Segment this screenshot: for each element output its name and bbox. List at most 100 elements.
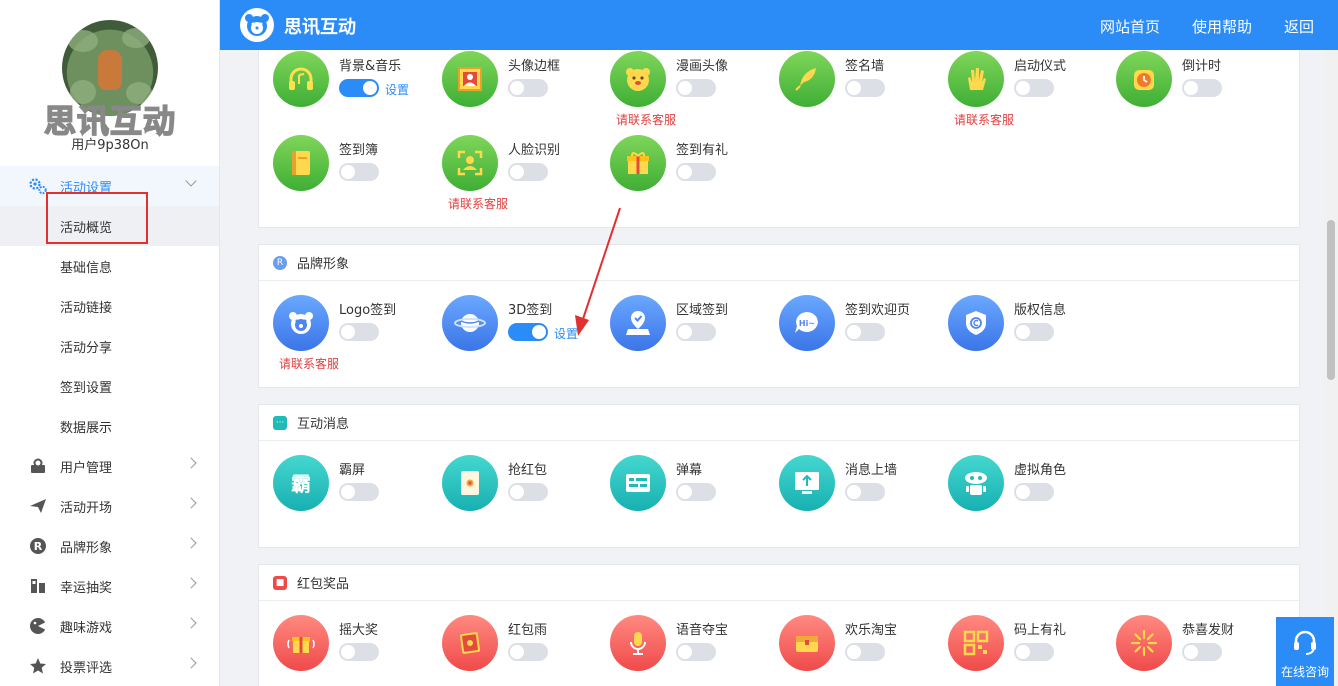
feature-red-packet-rain: 红包雨 xyxy=(442,615,602,686)
toggle-switch[interactable] xyxy=(845,643,885,661)
section-header: ··· 互动消息 xyxy=(259,405,1299,441)
toggle-switch[interactable] xyxy=(339,643,379,661)
shake-gift-icon xyxy=(273,615,329,671)
feature-logo-sign: Logo签到 请联系客服 xyxy=(273,295,433,375)
envelope-rain-icon xyxy=(442,615,498,671)
feature-name: 弹幕 xyxy=(676,463,703,478)
toggle-switch[interactable] xyxy=(508,323,548,341)
toggle-switch[interactable] xyxy=(676,323,716,341)
hand-icon xyxy=(948,51,1004,107)
feature-danmaku: 弹幕 xyxy=(610,455,770,535)
toggle-switch[interactable] xyxy=(1014,643,1054,661)
section-header: R 品牌形象 xyxy=(259,245,1299,281)
toggle-switch[interactable] xyxy=(339,79,379,97)
feature-name: 背景&音乐 xyxy=(339,59,402,74)
toggle-switch[interactable] xyxy=(676,79,716,97)
chevron-right-icon xyxy=(185,657,197,669)
toggle-switch[interactable] xyxy=(508,643,548,661)
nav-home-link[interactable]: 网站首页 xyxy=(1100,16,1160,37)
section-title: 品牌形象 xyxy=(297,257,350,272)
nav-back-link[interactable]: 返回 xyxy=(1284,16,1314,37)
portrait-frame-icon xyxy=(442,51,498,107)
feature-launch-ceremony: 启动仪式 请联系客服 xyxy=(948,51,1108,131)
svg-text:R: R xyxy=(34,540,43,553)
section-brand: R 品牌形象 Logo签到 请联系客服 3D签到 设置 区域签到 Hi~ 签到欢… xyxy=(258,244,1300,388)
feature-name: 消息上墙 xyxy=(845,463,898,478)
red-envelope-icon xyxy=(442,455,498,511)
top-header: 思讯互动 网站首页 使用帮助 返回 xyxy=(220,0,1338,50)
feature-fortune: 恭喜发财 xyxy=(1116,615,1276,686)
toggle-switch[interactable] xyxy=(676,643,716,661)
scrollbar-thumb[interactable] xyxy=(1327,220,1335,380)
sidebar-item-games[interactable]: 趣味游戏 xyxy=(0,606,219,646)
feature-3d-sign: 3D签到 设置 xyxy=(442,295,602,375)
toggle-switch[interactable] xyxy=(1014,323,1054,341)
sidebar-subitem-activity-share[interactable]: 活动分享 xyxy=(0,326,219,366)
feature-name: 欢乐淘宝 xyxy=(845,623,898,638)
bear-logo-icon xyxy=(273,295,329,351)
firework-icon xyxy=(1116,615,1172,671)
settings-link[interactable]: 设置 xyxy=(385,81,409,98)
qr-code-icon xyxy=(948,615,1004,671)
sidebar-subitem-sign-settings[interactable]: 签到设置 xyxy=(0,366,219,406)
sidebar-item-label: 幸运抽奖 xyxy=(60,580,113,596)
sidebar-item-label: 趣味游戏 xyxy=(60,620,113,636)
red-packet-icon: ■ xyxy=(273,575,287,590)
feature-name: 抢红包 xyxy=(508,463,548,478)
toggle-switch[interactable] xyxy=(1182,643,1222,661)
section-interactive-messages: ··· 互动消息 霸 霸屏 抢红包 弹幕 消息上墙 虚拟角色 xyxy=(258,404,1300,548)
section-title: 红包奖品 xyxy=(297,577,350,592)
toggle-switch[interactable] xyxy=(508,163,548,181)
toggle-switch[interactable] xyxy=(339,163,379,181)
sidebar-subitem-basic-info[interactable]: 基础信息 xyxy=(0,246,219,286)
section-red-packet-prizes: ■ 红包奖品 摇大奖 红包雨 语音夺宝 欢乐淘宝 码上有礼 恭喜发财 xyxy=(258,564,1300,686)
toggle-switch[interactable] xyxy=(1182,79,1222,97)
toggle-switch[interactable] xyxy=(1014,483,1054,501)
feature-name: 红包雨 xyxy=(508,623,548,638)
main-content: 背景&音乐 设置 头像边框 漫画头像 请联系客服 签名墙 启动仪式 请联系客服 … xyxy=(238,50,1320,686)
sidebar-item-vote[interactable]: 投票评选 xyxy=(0,646,219,686)
feature-name: 漫画头像 xyxy=(676,59,729,74)
feature-name: 签名墙 xyxy=(845,59,885,74)
toggle-switch[interactable] xyxy=(1014,79,1054,97)
feature-name: 区域签到 xyxy=(676,303,729,318)
sidebar-subitem-activity-link[interactable]: 活动链接 xyxy=(0,286,219,326)
toggle-switch[interactable] xyxy=(845,79,885,97)
lottery-icon xyxy=(28,576,48,596)
sidebar-item-lottery[interactable]: 幸运抽奖 xyxy=(0,566,219,606)
chevron-right-icon xyxy=(185,617,197,629)
treasure-chest-icon xyxy=(779,615,835,671)
bear-logo-icon xyxy=(240,8,274,42)
chevron-down-icon xyxy=(185,175,197,187)
sidebar-item-activity-opening[interactable]: 活动开场 xyxy=(0,486,219,526)
book-icon xyxy=(273,135,329,191)
contact-service-text: 请联系客服 xyxy=(954,113,1015,127)
feature-grab-red-packet: 抢红包 xyxy=(442,455,602,535)
contact-service-text: 请联系客服 xyxy=(616,113,677,127)
sidebar-item-user-manage[interactable]: 用户管理 xyxy=(0,446,219,486)
feature-copyright-info: 版权信息 xyxy=(948,295,1108,375)
online-consult-button[interactable]: 在线咨询 xyxy=(1276,617,1334,686)
toggle-switch[interactable] xyxy=(676,163,716,181)
feature-face-recognition: 人脸识别 请联系客服 xyxy=(442,135,602,215)
toggle-switch[interactable] xyxy=(676,483,716,501)
copyright-shield-icon xyxy=(948,295,1004,351)
page-scrollbar[interactable] xyxy=(1324,50,1338,686)
cartoon-face-icon xyxy=(610,51,666,107)
toggle-switch[interactable] xyxy=(845,483,885,501)
toggle-switch[interactable] xyxy=(339,483,379,501)
sidebar-subitem-data-display[interactable]: 数据展示 xyxy=(0,406,219,446)
gift-icon xyxy=(610,135,666,191)
nav-help-link[interactable]: 使用帮助 xyxy=(1192,16,1252,37)
settings-link[interactable]: 设置 xyxy=(554,325,578,342)
toggle-switch[interactable] xyxy=(508,79,548,97)
feature-name: 启动仪式 xyxy=(1014,59,1067,74)
sidebar-item-brand[interactable]: R 品牌形象 xyxy=(0,526,219,566)
feature-virtual-character: 虚拟角色 xyxy=(948,455,1108,535)
toggle-switch[interactable] xyxy=(339,323,379,341)
headphones-icon xyxy=(273,51,329,107)
toggle-switch[interactable] xyxy=(508,483,548,501)
hi-bubble-icon: Hi~ xyxy=(779,295,835,351)
toggle-switch[interactable] xyxy=(845,323,885,341)
feature-sign-gift: 签到有礼 xyxy=(610,135,770,215)
